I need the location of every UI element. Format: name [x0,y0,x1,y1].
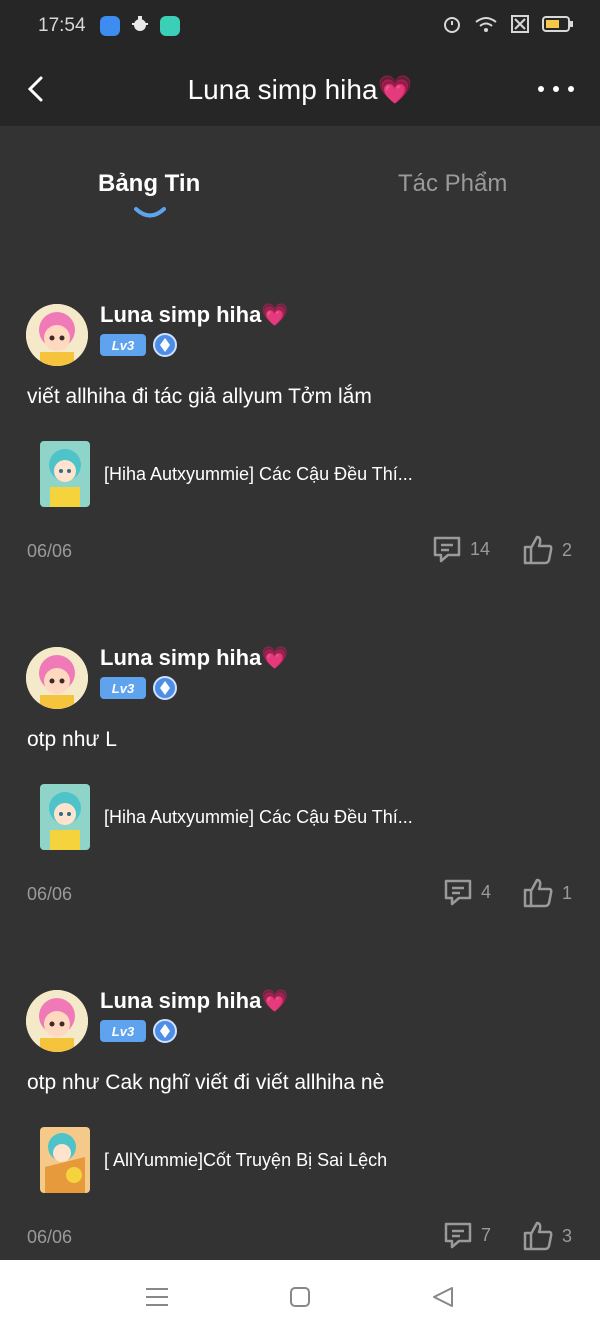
thumbs-up-icon [523,1221,553,1251]
post-author[interactable]: Luna simp hiha💗 [100,988,289,1014]
system-nav-bar [0,1260,600,1333]
work-title: [ AllYummie]Cốt Truyện Bị Sai Lệch [104,1149,388,1170]
more-dots-icon [538,86,544,92]
chevron-left-icon [27,76,43,102]
sim-off-icon [510,14,530,39]
post-author[interactable]: Luna simp hiha💗 [100,645,289,671]
comment-button[interactable]: 4 [443,877,491,907]
back-button[interactable] [22,74,52,104]
linked-work[interactable]: [ AllYummie]Cốt Truyện Bị Sai Lệch [40,1126,560,1194]
comment-icon [444,1222,472,1249]
verified-icon [153,1019,177,1043]
battery-icon [542,14,574,39]
level-badge: Lv3 [100,677,146,699]
app-blue-icon [99,16,120,36]
more-button[interactable] [538,84,574,94]
work-title: [Hiha Autxyummie] Các Cậu Đều Thí... [104,806,413,827]
post-date: 06/06 [27,541,73,561]
post-date: 06/06 [27,1227,73,1247]
feed-post[interactable]: Luna simp hiha💗 Lv3 viết allhiha đi tác … [0,290,600,590]
feed-post[interactable]: Luna simp hiha💗 Lv3 otp như Cak nghĩ viế… [0,976,600,1276]
avatar[interactable] [26,647,88,709]
chat-app-icon [159,16,180,36]
post-text: otp như L [27,728,117,751]
thumbs-up-icon [523,878,553,908]
level-badge: Lv3 [100,334,146,356]
tab-bar: Bảng Tin Tác Phẩm [0,126,600,236]
like-count: 3 [562,1225,573,1246]
work-title: [Hiha Autxyummie] Các Cậu Đều Thí... [104,463,413,484]
verified-icon [153,676,177,700]
home-square-icon [290,1287,310,1307]
work-cover [40,441,90,507]
comment-button[interactable]: 7 [443,1220,491,1250]
tab-works[interactable]: Tác Phẩm [398,170,507,198]
bug-icon [130,14,150,39]
like-button[interactable]: 1 [522,877,572,909]
top-app-bar: Luna simp hiha💗 [0,52,600,126]
wifi-icon [474,14,498,39]
menu-icon [146,1288,168,1306]
comment-count: 7 [481,1224,492,1245]
avatar[interactable] [26,304,88,366]
like-count: 2 [562,539,573,560]
work-cover [40,784,90,850]
like-button[interactable]: 2 [522,534,572,566]
like-button[interactable]: 3 [522,1220,572,1252]
feed-post[interactable]: Luna simp hiha💗 Lv3 otp như L [Hiha Autx… [0,633,600,933]
post-date: 06/06 [27,884,73,904]
comment-count: 4 [481,881,492,902]
like-count: 1 [562,882,573,903]
level-badge: Lv3 [100,1020,146,1042]
comment-icon [444,879,472,906]
post-text: viết allhiha đi tác giả allyum Tởm lắm [27,385,372,408]
post-author[interactable]: Luna simp hiha💗 [100,302,289,328]
post-text: otp như Cak nghĩ viết đi viết allhiha nè [27,1071,385,1094]
work-cover [40,1127,90,1193]
tab-indicator [134,207,166,218]
comment-count: 14 [470,538,491,559]
linked-work[interactable]: [Hiha Autxyummie] Các Cậu Đều Thí... [40,783,560,851]
alarm-icon [442,14,462,39]
comment-button[interactable]: 14 [432,534,490,564]
verified-icon [153,333,177,357]
thumbs-up-icon [523,535,553,565]
linked-work[interactable]: [Hiha Autxyummie] Các Cậu Đều Thí... [40,440,560,508]
status-bar: 17:54 [0,0,600,52]
back-nav-button[interactable] [430,1284,456,1310]
status-time: 17:54 [38,15,86,36]
avatar[interactable] [26,990,88,1052]
page-title: Luna simp hiha💗 [187,73,413,105]
comment-icon [433,536,461,563]
tab-feed[interactable]: Bảng Tin [98,170,200,198]
home-nav-button[interactable] [287,1284,313,1310]
back-triangle-icon [433,1287,453,1307]
menu-nav-button[interactable] [144,1284,170,1310]
